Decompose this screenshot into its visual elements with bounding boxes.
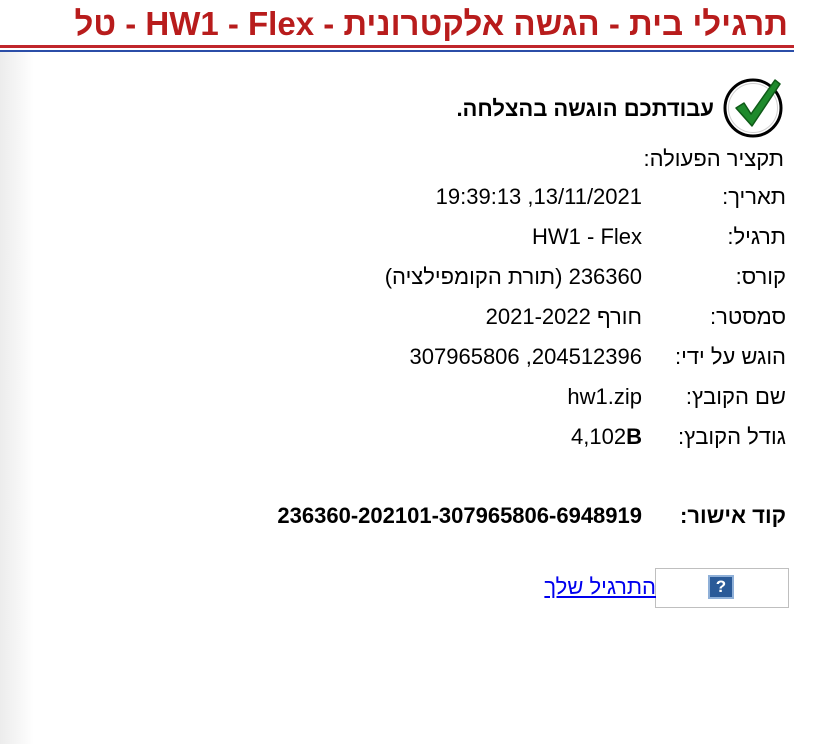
- page-header: תרגילי בית - הגשה אלקטרונית - HW1 - Flex…: [0, 0, 824, 56]
- check-circle-icon: [723, 78, 783, 138]
- exercise-label: תרגיל:: [727, 224, 786, 249]
- file-size-label: גודל הקובץ:: [678, 424, 786, 449]
- date-value: 19:39:13 ,13/11/2021: [435, 184, 642, 209]
- semester-value: חורף 2021-2022: [485, 304, 642, 329]
- row-file-name: שם הקובץ: hw1.zip: [286, 384, 786, 416]
- semester-label: סמסטר:: [710, 304, 786, 329]
- page-title: תרגילי בית - הגשה אלקטרונית - HW1 - Flex…: [74, 5, 788, 42]
- header-rule-red: [0, 45, 794, 48]
- approval-code-label: קוד אישור:: [680, 503, 786, 528]
- date-label: תאריך:: [722, 184, 786, 209]
- left-gradient-margin: [0, 50, 34, 744]
- row-file-size: גודל הקובץ: 4,102B: [286, 424, 786, 456]
- submitted-by-value: 307965806 ,204512396: [409, 344, 642, 369]
- header-rule-blue: [0, 50, 794, 52]
- file-size-unit: B: [626, 424, 642, 449]
- help-icon[interactable]: ?: [708, 575, 734, 599]
- row-semester: סמסטר: חורף 2021-2022: [286, 304, 786, 336]
- row-exercise: תרגיל: HW1 - Flex: [286, 224, 786, 256]
- file-name-label: שם הקובץ:: [685, 384, 786, 409]
- exercise-value: HW1 - Flex: [532, 224, 642, 249]
- help-box[interactable]: ?: [655, 568, 789, 608]
- file-size-value: 4,102B: [571, 424, 642, 450]
- file-size-number: 4,102: [571, 424, 627, 449]
- success-text: עבודתכם הוגשה בהצלחה.: [456, 96, 714, 121]
- submitted-by-label: הוגש על ידי:: [675, 344, 786, 369]
- row-course: קורס: 236360 (תורת הקומפילציה): [286, 264, 786, 296]
- row-submitted-by: הוגש על ידי: 307965806 ,204512396: [286, 344, 786, 376]
- approval-code-row: קוד אישור: 236360-202101-307965806-69489…: [86, 503, 786, 535]
- course-value: 236360 (תורת הקומפילציה): [384, 264, 642, 289]
- row-date: תאריך: 19:39:13 ,13/11/2021: [286, 184, 786, 216]
- your-exercise-link[interactable]: התרגיל שלך: [544, 574, 656, 600]
- course-label: קורס:: [735, 264, 786, 289]
- file-name-value: hw1.zip: [567, 384, 642, 409]
- approval-code-value: 236360-202101-307965806-6948919: [277, 503, 642, 528]
- summary-title: תקציר הפעולה:: [643, 146, 784, 171]
